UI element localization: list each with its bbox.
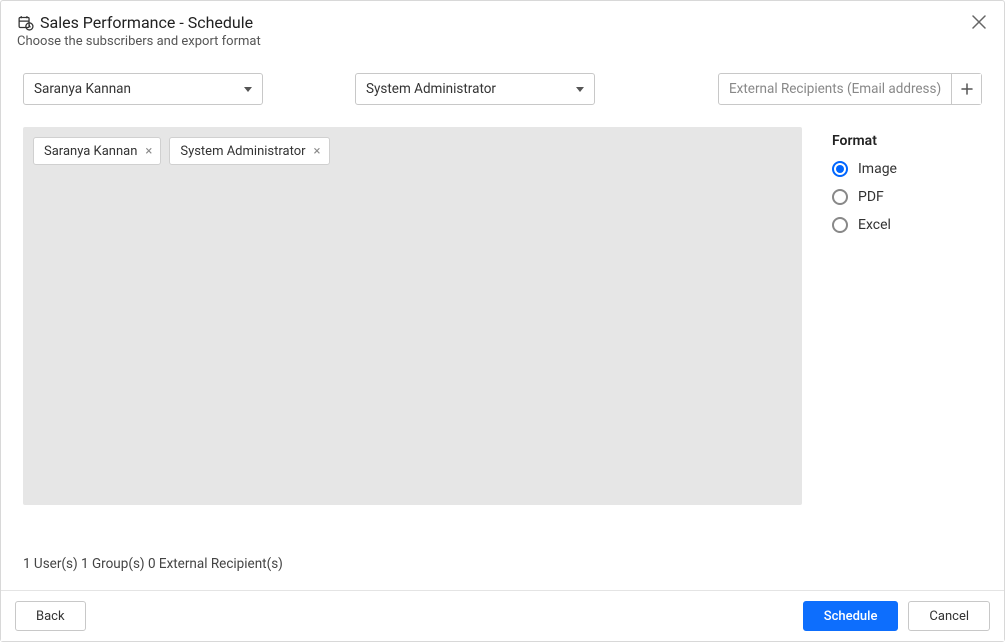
radio-label: PDF [858,189,884,205]
chevron-down-icon [576,87,584,92]
schedule-dialog: Sales Performance - Schedule Choose the … [0,0,1005,642]
radio-label: Image [858,161,897,177]
external-recipients-input[interactable] [729,81,951,97]
radio-label: Excel [858,217,891,233]
format-option-pdf[interactable]: PDF [832,189,982,205]
chip-label: System Administrator [180,144,305,159]
dialog-subtitle: Choose the subscribers and export format [17,34,988,49]
cancel-button[interactable]: Cancel [908,601,990,631]
format-panel: Format Image PDF Excel [832,127,982,538]
chevron-down-icon [244,87,252,92]
radio-icon [832,217,848,233]
format-option-image[interactable]: Image [832,161,982,177]
dialog-header: Sales Performance - Schedule Choose the … [1,1,1004,55]
external-recipients-field [718,73,982,105]
calendar-schedule-icon [17,14,34,31]
group-dropdown-value: System Administrator [366,81,496,97]
close-button[interactable] [968,11,990,37]
dialog-footer: Back Schedule Cancel [1,590,1004,641]
selected-recipients-panel: Saranya Kannan × System Administrator × [23,127,802,505]
recipient-chip: System Administrator × [169,137,329,165]
selectors-row: Saranya Kannan System Administrator [1,55,1004,105]
close-icon [972,15,986,29]
schedule-button[interactable]: Schedule [803,601,899,631]
radio-icon [832,189,848,205]
format-title: Format [832,133,982,149]
recipient-chip: Saranya Kannan × [33,137,161,165]
group-dropdown[interactable]: System Administrator [355,73,595,105]
chip-label: Saranya Kannan [44,144,137,159]
chip-remove-button[interactable]: × [312,145,323,158]
recipients-summary: 1 User(s) 1 Group(s) 0 External Recipien… [1,538,1004,590]
chip-remove-button[interactable]: × [143,145,154,158]
plus-icon [961,83,973,95]
dialog-title: Sales Performance - Schedule [40,13,253,32]
user-dropdown-value: Saranya Kannan [34,81,131,97]
content-row: Saranya Kannan × System Administrator × … [1,105,1004,538]
user-dropdown[interactable]: Saranya Kannan [23,73,263,105]
format-option-excel[interactable]: Excel [832,217,982,233]
add-external-button[interactable] [951,74,981,104]
radio-icon [832,161,848,177]
back-button[interactable]: Back [15,601,86,631]
